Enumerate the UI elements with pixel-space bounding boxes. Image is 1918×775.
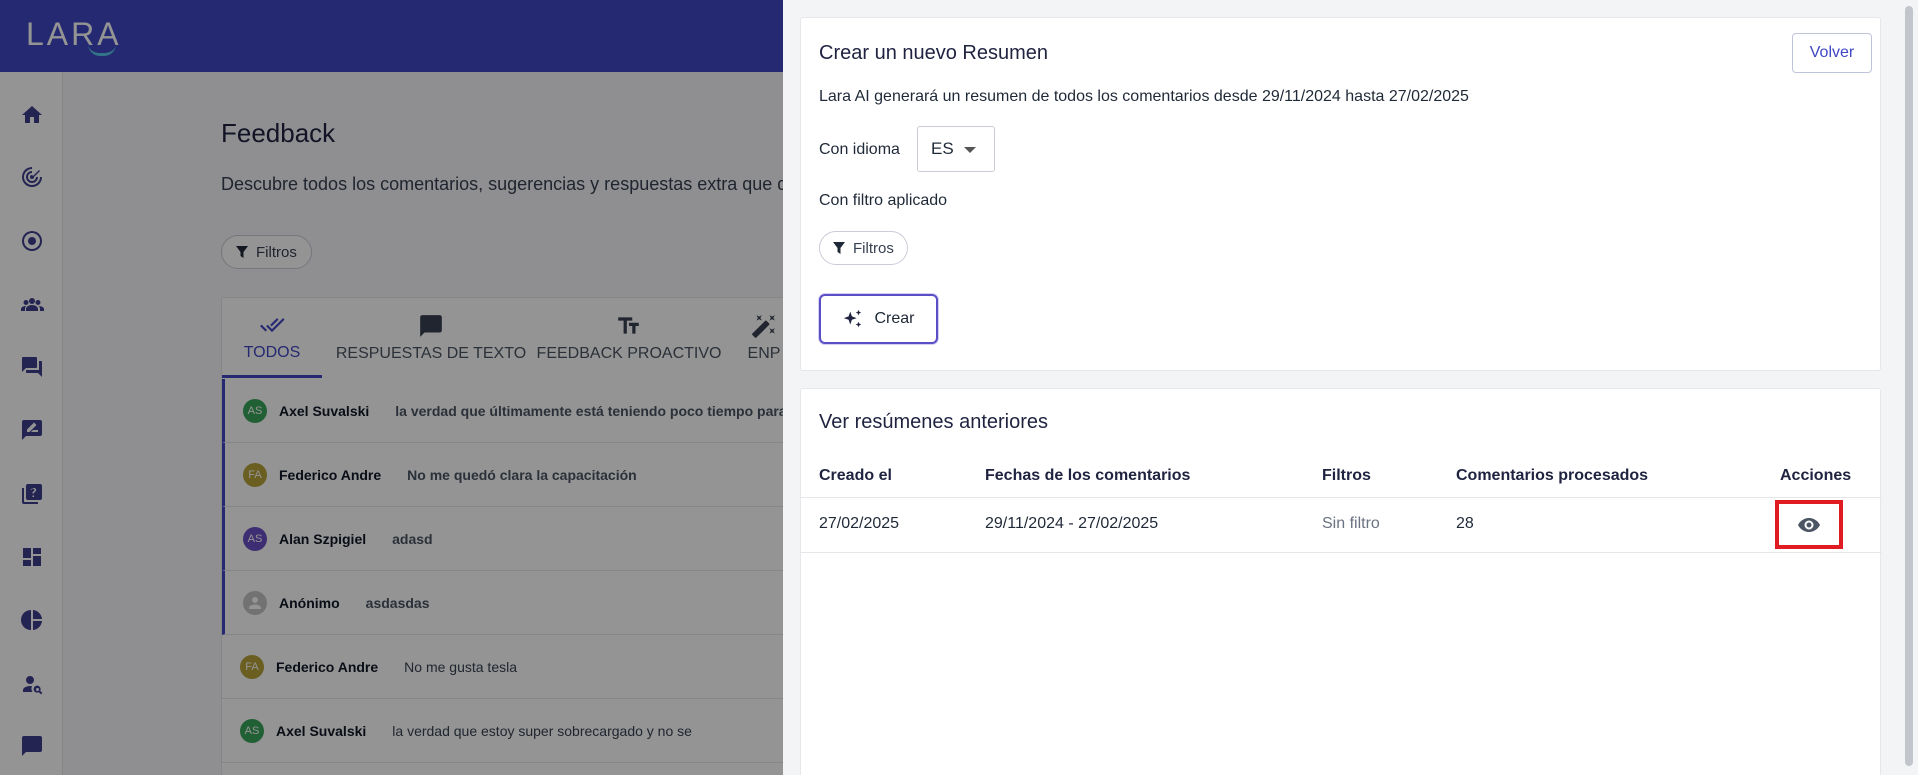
column-header-created: Creado el (819, 467, 892, 484)
volver-button[interactable]: Volver (1792, 33, 1872, 73)
column-header-dates: Fechas de los comentarios (985, 467, 1191, 484)
modal-backdrop[interactable] (0, 0, 783, 775)
crear-label: Crear (874, 310, 915, 327)
create-summary-title: Crear un nuevo Resumen (819, 42, 1049, 64)
crear-button[interactable]: Crear (819, 294, 938, 344)
scrollbar-thumb[interactable] (1905, 6, 1913, 766)
filters-chip[interactable]: Filtros (819, 231, 908, 265)
column-header-actions: Acciones (1780, 467, 1852, 484)
previous-summaries-card: Ver resúmenes anteriores Creado el Fecha… (800, 388, 1882, 775)
language-value: ES (931, 139, 954, 158)
previous-summaries-title: Ver resúmenes anteriores (819, 411, 1049, 433)
language-label: Con idioma (819, 141, 900, 158)
caret-down-icon (964, 147, 976, 153)
row-comment-dates: 29/11/2024 - 27/02/2025 (985, 515, 1159, 532)
table-row-divider (801, 552, 1882, 553)
eye-icon (1798, 517, 1820, 532)
summary-description: Lara AI generará un resumen de todos los… (819, 88, 1469, 105)
summary-drawer: Crear un nuevo Resumen Volver Lara AI ge… (783, 0, 1918, 775)
create-summary-card: Crear un nuevo Resumen Volver Lara AI ge… (800, 17, 1881, 371)
applied-filter-label: Con filtro aplicado (819, 192, 948, 209)
row-filters: Sin filtro (1322, 515, 1380, 532)
filters-chip-label: Filtros (853, 239, 894, 257)
column-header-filters: Filtros (1322, 467, 1371, 484)
row-created-date: 27/02/2025 (819, 515, 900, 532)
ai-sparkle-icon (844, 309, 862, 328)
filter-icon (833, 242, 845, 254)
drawer-scrollbar[interactable] (1904, 0, 1914, 775)
row-processed-count: 28 (1456, 515, 1474, 532)
column-header-processed: Comentarios procesados (1456, 467, 1649, 484)
view-summary-button[interactable] (1775, 500, 1843, 549)
language-select[interactable]: ES (917, 126, 995, 172)
table-header-divider (801, 497, 1882, 498)
